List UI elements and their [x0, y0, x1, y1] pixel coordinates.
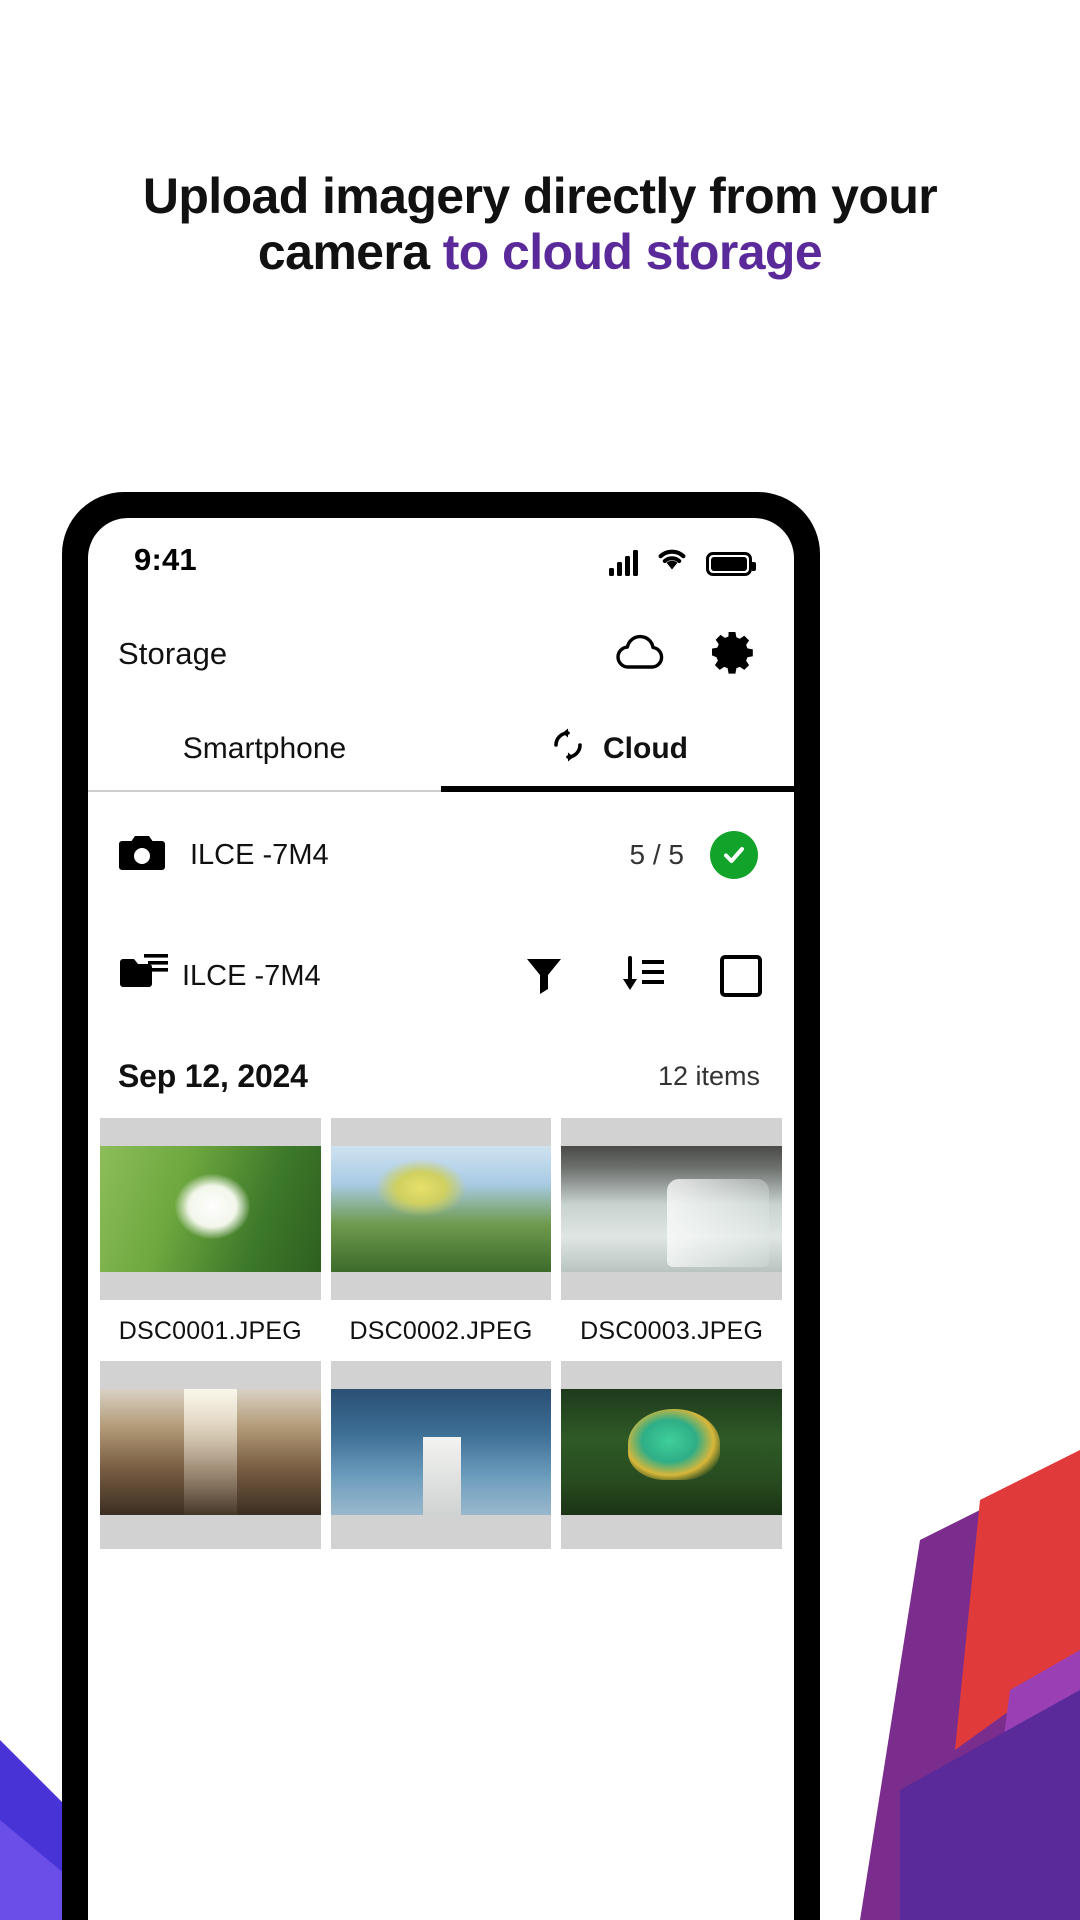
photo-thumbnail[interactable] [100, 1118, 321, 1300]
page-title: Upload imagery directly from your camera… [0, 168, 1080, 280]
signal-bars-icon [609, 549, 638, 576]
photo-thumbnail[interactable] [561, 1118, 782, 1300]
photo-cell[interactable]: DSC0003.JPEG [561, 1118, 782, 1361]
headline-line-2: camera to cloud storage [0, 224, 1080, 280]
photo-image [330, 1389, 552, 1515]
promo-screenshot: Upload imagery directly from your camera… [0, 0, 1080, 1920]
photo-thumbnail[interactable] [100, 1361, 321, 1549]
photo-cell[interactable]: DSC0001.JPEG [100, 1118, 321, 1361]
folder-actions [522, 952, 762, 1001]
photo-thumbnail[interactable] [330, 1361, 552, 1549]
gear-icon[interactable] [710, 630, 754, 679]
camera-icon [118, 833, 166, 878]
photo-grid-row-2 [88, 1361, 794, 1549]
app-title: Storage [118, 636, 228, 671]
tab-smartphone-label: Smartphone [182, 732, 347, 765]
photo-thumbnail[interactable] [330, 1118, 552, 1300]
photo-image [561, 1389, 782, 1515]
folder-row[interactable]: ILCE -7M4 [88, 918, 794, 1034]
photo-cell[interactable] [330, 1361, 552, 1549]
wifi-icon [655, 545, 689, 576]
folder-list-icon [118, 952, 172, 1001]
device-row[interactable]: ILCE -7M4 5 / 5 [88, 792, 794, 918]
date-header-row: Sep 12, 2024 12 items [88, 1034, 794, 1118]
check-circle-icon [710, 831, 758, 879]
items-count: 12 items [657, 1060, 760, 1091]
filter-icon[interactable] [522, 952, 566, 1001]
photo-image [330, 1146, 552, 1272]
storage-tabs: Smartphone Cloud [88, 706, 794, 792]
photo-image [100, 1389, 321, 1515]
phone-mockup: 9:41 Storage Smartphone Cloud ILCE -7M4 … [62, 492, 820, 1920]
cloud-icon[interactable] [614, 633, 666, 676]
tab-cloud-label: Cloud [603, 732, 688, 765]
photo-filename: DSC0003.JPEG [580, 1317, 764, 1345]
photo-thumbnail[interactable] [561, 1361, 782, 1549]
tab-smartphone[interactable]: Smartphone [88, 706, 441, 792]
status-bar: 9:41 [88, 518, 794, 602]
phone-screen: 9:41 Storage Smartphone Cloud ILCE -7M4 … [88, 518, 794, 1920]
app-header: Storage [88, 602, 794, 706]
headline-accent: to cloud storage [442, 224, 823, 280]
status-time: 9:41 [134, 542, 197, 577]
photo-cell[interactable] [561, 1361, 782, 1549]
photo-grid-row-1: DSC0001.JPEG DSC0002.JPEG DSC0003.JPEG [88, 1118, 794, 1361]
decorative-shape-right [860, 1360, 1080, 1920]
battery-full-icon [706, 551, 756, 576]
sync-icon [547, 724, 589, 774]
photo-cell[interactable] [100, 1361, 321, 1549]
folder-label: ILCE -7M4 [182, 959, 321, 992]
tabs-active-indicator [441, 786, 794, 792]
photo-filename: DSC0001.JPEG [118, 1317, 302, 1345]
device-count: 5 / 5 [629, 839, 684, 870]
photo-image [100, 1146, 321, 1272]
date-label: Sep 12, 2024 [118, 1057, 308, 1094]
sort-icon[interactable] [620, 952, 666, 1001]
tab-cloud[interactable]: Cloud [441, 706, 794, 792]
select-all-checkbox[interactable] [720, 955, 762, 997]
status-icons [609, 545, 756, 576]
headline-line-1: Upload imagery directly from your [142, 168, 938, 224]
header-actions [614, 630, 754, 679]
photo-cell[interactable]: DSC0002.JPEG [330, 1118, 552, 1361]
photo-filename: DSC0002.JPEG [349, 1317, 533, 1345]
device-label: ILCE -7M4 [190, 838, 329, 871]
headline-plain: camera [257, 224, 443, 280]
photo-image [561, 1146, 782, 1272]
